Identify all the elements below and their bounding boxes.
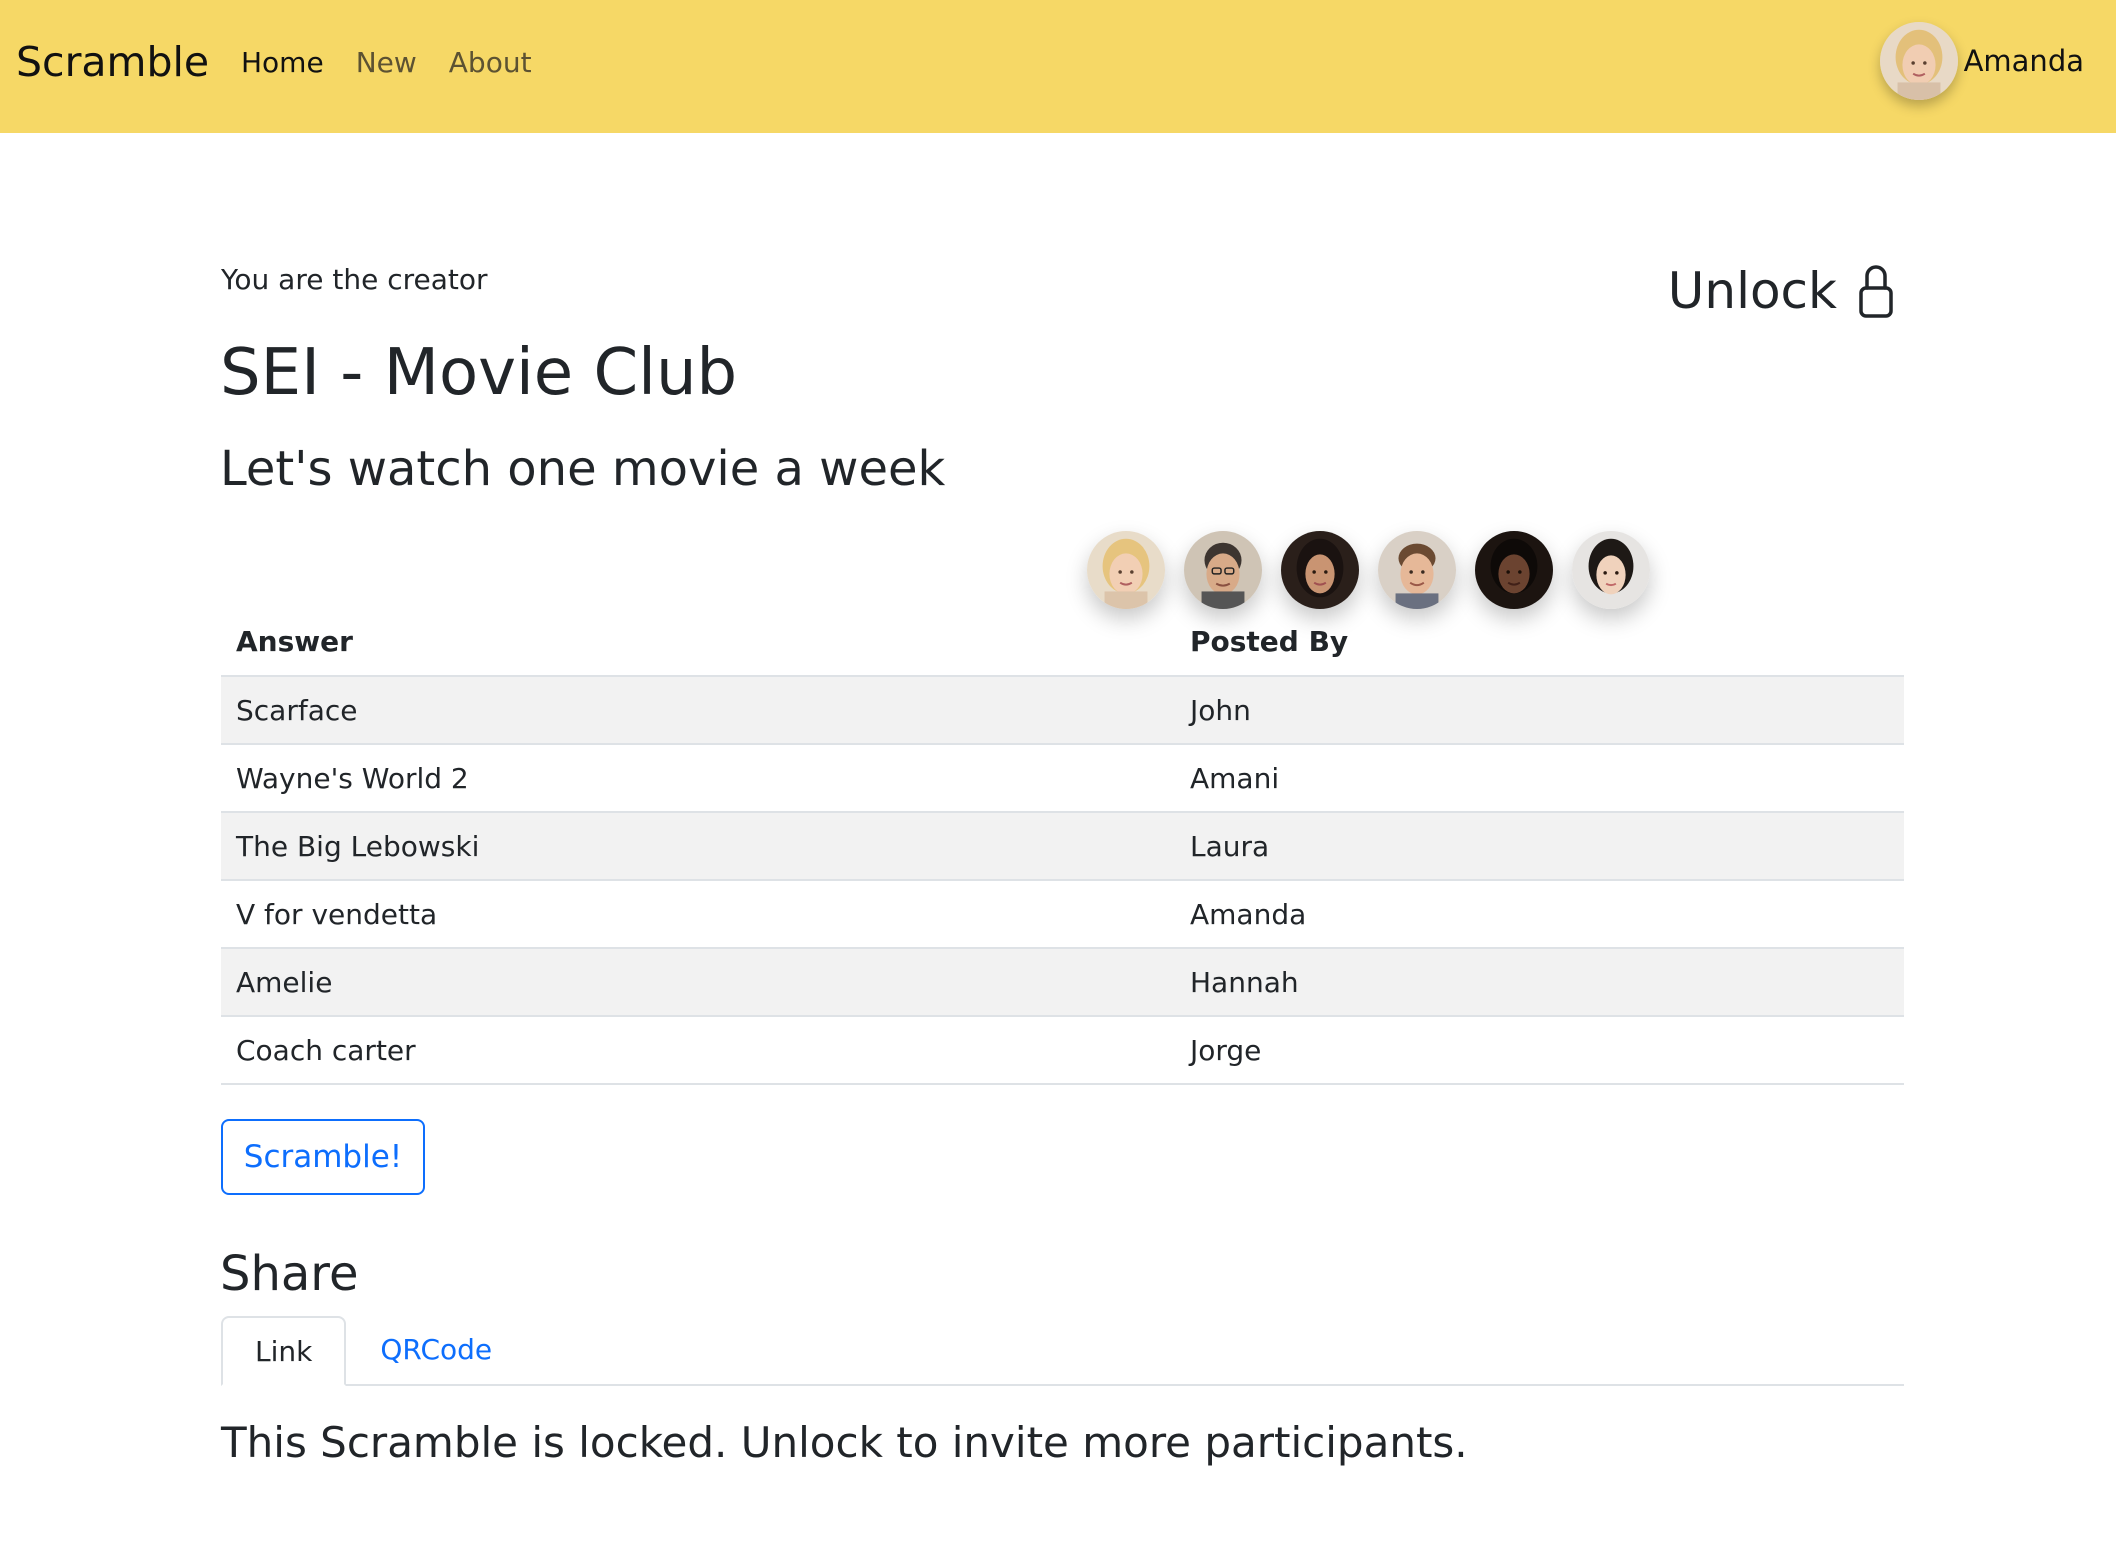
participant-avatar xyxy=(1378,531,1456,609)
creator-note: You are the creator xyxy=(221,263,488,296)
page-title: SEI - Movie Club xyxy=(220,336,738,410)
user-avatar[interactable] xyxy=(1879,22,1958,100)
nav-link-about[interactable]: About xyxy=(449,44,532,82)
unlock-icon xyxy=(1859,265,1893,318)
unlock-button[interactable]: Unlock xyxy=(1668,258,1895,324)
user-name[interactable]: Amanda xyxy=(1964,44,2084,78)
posted-by-cell: Laura xyxy=(1175,812,1904,881)
participant-avatar xyxy=(1572,531,1650,609)
tab-link[interactable]: Link xyxy=(221,1316,347,1386)
answer-cell: V for vendetta xyxy=(221,880,1175,949)
answer-cell: Coach carter xyxy=(221,1016,1175,1085)
posted-by-cell: Amanda xyxy=(1175,880,1904,949)
tab-qrcode[interactable]: QRCode xyxy=(346,1316,526,1386)
scramble-button[interactable]: Scramble! xyxy=(221,1119,425,1195)
table-row: The Big Lebowski Laura xyxy=(221,812,1904,881)
answer-cell: The Big Lebowski xyxy=(221,812,1175,881)
brand-logo[interactable]: Scramble xyxy=(16,36,209,88)
posted-by-cell: Hannah xyxy=(1175,948,1904,1017)
participant-avatar xyxy=(1184,531,1262,609)
table-row: Amelie Hannah xyxy=(221,948,1904,1017)
answer-cell: Amelie xyxy=(221,948,1175,1017)
share-title: Share xyxy=(220,1246,359,1302)
answer-cell: Wayne's World 2 xyxy=(221,744,1175,813)
participant-avatars xyxy=(1087,531,1669,609)
table-row: Scarface John xyxy=(221,676,1904,745)
nav-link-home[interactable]: Home xyxy=(241,44,324,82)
participant-avatar xyxy=(1281,531,1359,609)
page-subtitle: Let's watch one movie a week xyxy=(220,441,946,497)
header-answer: Answer xyxy=(221,608,1175,677)
table-row: Coach carter Jorge xyxy=(221,1016,1904,1085)
posted-by-cell: Amani xyxy=(1175,744,1904,813)
nav-link-new[interactable]: New xyxy=(356,44,417,82)
participant-avatar xyxy=(1087,531,1165,609)
posted-by-cell: John xyxy=(1175,676,1904,745)
answers-table: Answer Posted By Scarface John Wayne's W… xyxy=(221,608,1904,1085)
nav-links: Home New About xyxy=(241,44,564,82)
answer-cell: Scarface xyxy=(221,676,1175,745)
posted-by-cell: Jorge xyxy=(1175,1016,1904,1085)
table-header-row: Answer Posted By xyxy=(221,608,1904,677)
unlock-label: Unlock xyxy=(1667,262,1837,320)
table-row: V for vendetta Amanda xyxy=(221,880,1904,949)
user-menu[interactable]: Amanda xyxy=(1879,22,2084,100)
top-navbar: Scramble Home New About Amanda xyxy=(0,0,2116,133)
header-posted-by: Posted By xyxy=(1175,608,1904,677)
locked-message: This Scramble is locked. Unlock to invit… xyxy=(221,1418,1468,1467)
share-tabs: Link QRCode xyxy=(221,1316,1904,1386)
participant-avatar xyxy=(1475,531,1553,609)
table-row: Wayne's World 2 Amani xyxy=(221,744,1904,813)
